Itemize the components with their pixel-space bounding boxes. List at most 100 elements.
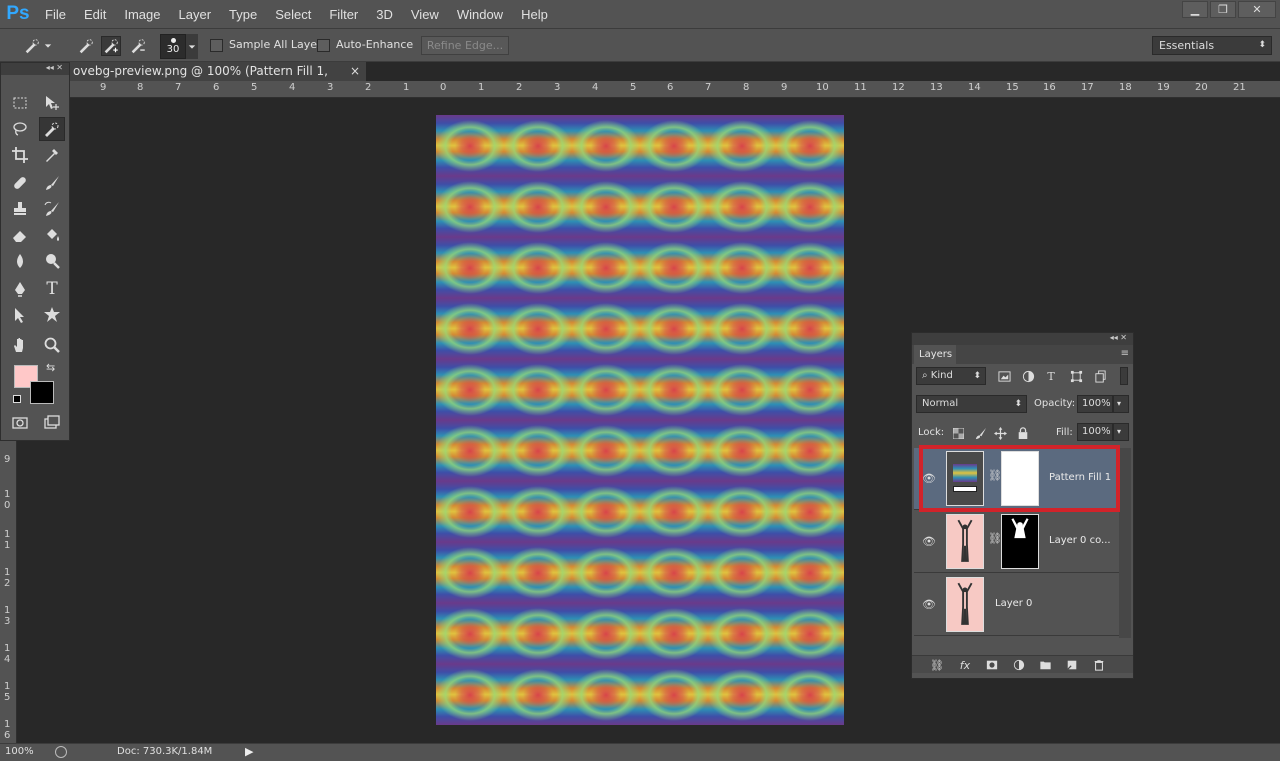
zoom-tool-icon[interactable] bbox=[39, 333, 65, 357]
document-tab[interactable]: ovebg-preview.png @ 100% (Pattern Fill 1… bbox=[70, 62, 366, 97]
auto-enhance-checkbox[interactable] bbox=[317, 39, 330, 52]
menu-view[interactable]: View bbox=[402, 7, 448, 22]
eyedropper-tool-icon[interactable] bbox=[39, 143, 65, 167]
zoom-level[interactable]: 100% bbox=[5, 746, 34, 757]
filter-kind-select[interactable]: ⌕ Kind ⬍ bbox=[916, 367, 986, 385]
fill-input[interactable]: 100% bbox=[1077, 423, 1113, 441]
lock-transparent-icon[interactable] bbox=[950, 425, 966, 441]
close-icon[interactable]: × bbox=[350, 62, 360, 81]
lock-position-icon[interactable] bbox=[992, 425, 1008, 441]
screen-mode-icon[interactable] bbox=[39, 411, 65, 435]
custom-shape-tool-icon[interactable] bbox=[39, 303, 65, 327]
swap-colors-icon[interactable]: ⇆ bbox=[46, 361, 55, 374]
tab-layers[interactable]: Layers bbox=[914, 345, 956, 364]
chevron-down-icon[interactable] bbox=[42, 36, 54, 56]
filter-smart-object-icon[interactable] bbox=[1092, 368, 1108, 384]
type-tool-icon[interactable]: T bbox=[39, 277, 65, 301]
filter-toggle-switch[interactable] bbox=[1120, 367, 1128, 385]
layers-scrollbar[interactable] bbox=[1119, 448, 1131, 638]
menu-select[interactable]: Select bbox=[266, 7, 320, 22]
refine-edge-button[interactable]: Refine Edge... bbox=[421, 36, 509, 55]
sample-all-layers-checkbox[interactable] bbox=[210, 39, 223, 52]
layer-row-layer-0[interactable]: 👁 Layer 0 bbox=[914, 574, 1119, 636]
blend-mode-select[interactable]: Normal ⬍ bbox=[916, 395, 1027, 413]
quick-selection-preset-icon[interactable] bbox=[22, 36, 42, 56]
tools-panel-header[interactable]: ◂◂ ✕ bbox=[1, 63, 69, 75]
path-selection-tool-icon[interactable] bbox=[7, 303, 33, 327]
filter-adjustment-icon[interactable] bbox=[1020, 368, 1036, 384]
layer-name[interactable]: Layer 0 co... bbox=[1049, 535, 1111, 546]
move-tool-icon[interactable] bbox=[39, 91, 65, 115]
menu-help[interactable]: Help bbox=[512, 7, 557, 22]
panel-menu-icon[interactable]: ≡ bbox=[1121, 348, 1129, 359]
eraser-tool-icon[interactable] bbox=[7, 223, 33, 247]
menu-3d[interactable]: 3D bbox=[367, 7, 402, 22]
lock-all-icon[interactable] bbox=[1015, 425, 1031, 441]
hand-tool-icon[interactable] bbox=[7, 333, 33, 357]
document-canvas[interactable] bbox=[436, 115, 844, 725]
brush-picker-chevron-icon[interactable] bbox=[186, 34, 198, 59]
fill-chevron-icon[interactable]: ▾ bbox=[1113, 423, 1129, 441]
status-menu-arrow-icon[interactable]: ▶ bbox=[245, 745, 253, 758]
menu-layer[interactable]: Layer bbox=[170, 7, 221, 22]
background-color-swatch[interactable] bbox=[30, 381, 54, 404]
menu-file[interactable]: File bbox=[36, 7, 75, 22]
filter-shape-icon[interactable] bbox=[1068, 368, 1084, 384]
healing-brush-tool-icon[interactable] bbox=[7, 171, 33, 195]
subtract-from-selection-icon[interactable] bbox=[128, 36, 148, 56]
menu-image[interactable]: Image bbox=[115, 7, 169, 22]
eye-icon[interactable]: 👁 bbox=[922, 535, 936, 548]
ruler-tick: 13 bbox=[930, 82, 943, 93]
quick-selection-tool-icon[interactable] bbox=[39, 117, 65, 141]
new-layer-icon[interactable] bbox=[1065, 658, 1079, 672]
layers-panel-header[interactable]: ◂◂ ✕ bbox=[912, 333, 1133, 345]
default-colors-icon[interactable] bbox=[13, 395, 21, 403]
ruler-tick: 0 bbox=[440, 82, 447, 93]
marquee-tool-icon[interactable] bbox=[7, 91, 33, 115]
dodge-tool-icon[interactable] bbox=[39, 249, 65, 273]
layer-row-layer-0-copy[interactable]: 👁 ⛓ Layer 0 co... bbox=[914, 511, 1119, 573]
brush-size-picker[interactable]: 30 bbox=[160, 34, 186, 59]
brush-tool-icon[interactable] bbox=[39, 171, 65, 195]
menu-type[interactable]: Type bbox=[220, 7, 266, 22]
opacity-chevron-icon[interactable]: ▾ bbox=[1113, 395, 1129, 413]
lock-image-pixels-icon[interactable] bbox=[972, 425, 988, 441]
new-selection-icon[interactable] bbox=[76, 36, 96, 56]
menu-edit[interactable]: Edit bbox=[75, 7, 115, 22]
new-group-icon[interactable] bbox=[1038, 658, 1052, 672]
workspace-select[interactable]: Essentials ⬍ bbox=[1152, 36, 1272, 55]
fx-icon[interactable]: fx bbox=[958, 658, 972, 672]
document-size-info: Doc: 730.3K/1.84M bbox=[117, 746, 213, 757]
blur-tool-icon[interactable] bbox=[7, 249, 33, 273]
status-info-icon[interactable] bbox=[55, 746, 67, 758]
paint-bucket-tool-icon[interactable] bbox=[39, 223, 65, 247]
ruler-tick: 9 bbox=[781, 82, 788, 93]
filter-pixel-icon[interactable] bbox=[996, 368, 1012, 384]
pen-tool-icon[interactable] bbox=[7, 277, 33, 301]
add-to-selection-icon[interactable] bbox=[101, 36, 121, 56]
layer-thumbnail[interactable] bbox=[946, 577, 984, 632]
layer-name[interactable]: Layer 0 bbox=[995, 598, 1032, 609]
layer-thumbnail[interactable] bbox=[946, 514, 984, 569]
filter-type-icon[interactable]: T bbox=[1043, 368, 1059, 384]
clone-stamp-tool-icon[interactable] bbox=[7, 197, 33, 221]
menu-filter[interactable]: Filter bbox=[320, 7, 367, 22]
ruler-tick: 4 bbox=[289, 82, 296, 93]
history-brush-tool-icon[interactable] bbox=[39, 197, 65, 221]
trash-icon[interactable] bbox=[1092, 658, 1106, 672]
minimize-button[interactable]: ▁ bbox=[1182, 1, 1208, 18]
crop-tool-icon[interactable] bbox=[7, 143, 33, 167]
new-adjustment-layer-icon[interactable] bbox=[1012, 658, 1026, 672]
link-icon[interactable]: ⛓ bbox=[988, 532, 1002, 545]
quick-mask-icon[interactable] bbox=[7, 411, 33, 435]
ruler-tick: 2 bbox=[516, 82, 523, 93]
restore-button[interactable]: ❐ bbox=[1210, 1, 1236, 18]
link-layers-icon[interactable]: ⛓ bbox=[930, 658, 944, 672]
menu-window[interactable]: Window bbox=[448, 7, 512, 22]
close-window-button[interactable]: ✕ bbox=[1238, 1, 1276, 18]
lasso-tool-icon[interactable] bbox=[7, 117, 33, 141]
eye-icon[interactable]: 👁 bbox=[922, 598, 936, 611]
add-mask-icon[interactable] bbox=[985, 658, 999, 672]
opacity-input[interactable]: 100% bbox=[1077, 395, 1113, 413]
layer-mask-thumbnail[interactable] bbox=[1001, 514, 1039, 569]
